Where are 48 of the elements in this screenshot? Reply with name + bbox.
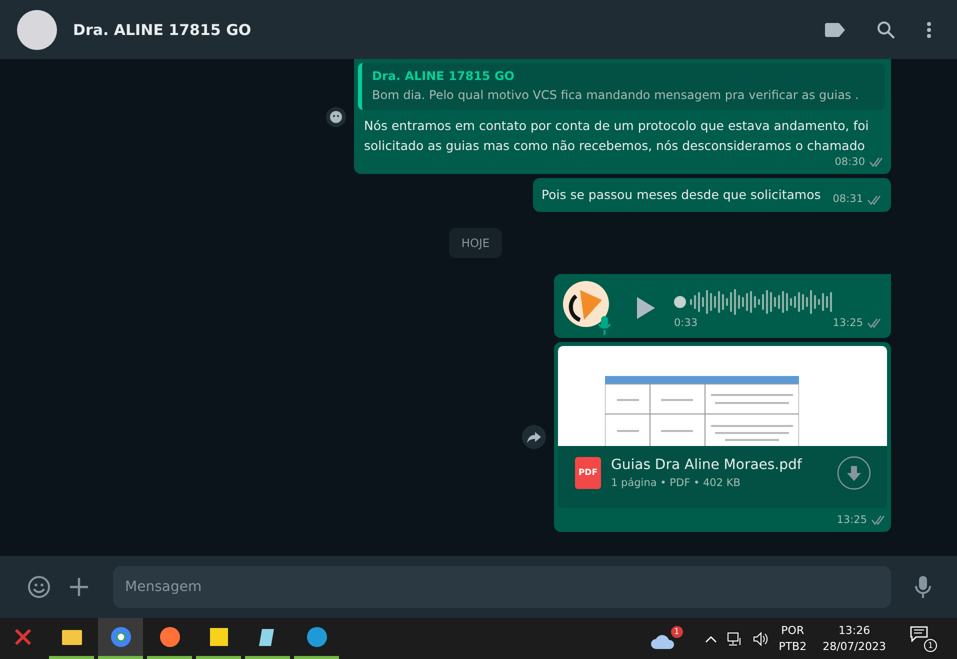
clock[interactable]: 13:26 28/07/2023 [822, 624, 886, 653]
keyboard-layout: PTB2 [778, 640, 807, 653]
notification-count: 1 [924, 638, 937, 652]
emoji-icon[interactable] [326, 106, 346, 126]
quote-text: Bom dia. Pelo qual motivo VCS fica mandando mensagem pra verificar as guias . [372, 88, 860, 102]
language-code: POR [781, 624, 804, 637]
quote-author: Dra. ALINE 17815 GO [372, 69, 516, 83]
label-icon[interactable] [825, 22, 845, 36]
search-icon[interactable] [877, 20, 895, 38]
microphone-icon[interactable] [915, 575, 931, 599]
message-time: 13:25 [836, 514, 867, 526]
double-check-icon [867, 318, 883, 328]
contact-name[interactable]: Dra. ALINE 17815 GO [73, 20, 825, 38]
file-details: 1 página • PDF • 402 KB [611, 477, 742, 489]
chevron-up-icon[interactable] [704, 634, 717, 642]
document-preview[interactable] [558, 346, 887, 446]
menu-icon[interactable] [927, 22, 931, 38]
clock-time: 13:26 [838, 624, 870, 637]
download-icon[interactable] [837, 456, 871, 490]
message-time: 13:25 [832, 317, 863, 329]
cloud-icon[interactable] [650, 632, 676, 648]
language-indicator[interactable]: POR PTB2 [778, 624, 807, 653]
speaker-icon[interactable] [752, 632, 769, 646]
date-chip: HOJE [449, 228, 502, 258]
plus-icon[interactable] [69, 577, 89, 597]
forward-icon[interactable] [522, 425, 546, 449]
message-text: Nós entramos em contato por conta de um protocolo que estava andamento, foi solicitado as guias mas como não recebemos, nós desconsideramos o chamado [363, 117, 870, 155]
network-icon[interactable] [726, 632, 743, 646]
document-info-bar[interactable]: PDF Guias Dra Aline Moraes.pdf 1 página • PDF • 402 KB [558, 446, 887, 508]
message-time: 08:30 [834, 156, 865, 168]
taskbar-app-icon[interactable] [98, 618, 143, 659]
notification-icon[interactable] [910, 626, 928, 642]
contact-avatar[interactable] [17, 10, 57, 50]
message-input-field[interactable]: Mensagem [113, 566, 891, 608]
emoji-icon[interactable] [27, 575, 51, 599]
file-type-label: PDF [578, 468, 598, 478]
double-check-icon [869, 157, 885, 167]
message-text: Pois se passou meses desde que solicitamos [542, 186, 821, 204]
cloud-badge: 1 [670, 626, 683, 638]
quoted-message[interactable]: Dra. ALINE 17815 GO Bom dia. Pelo qual motivo VCS fica mandando mensagem pra verificar as guias . [358, 63, 885, 110]
clock-date: 28/07/2023 [822, 640, 886, 653]
double-check-icon [871, 515, 887, 525]
message-time: 08:31 [832, 193, 863, 205]
file-name: Guias Dra Aline Moraes.pdf [611, 457, 803, 473]
double-check-icon [867, 195, 883, 205]
playback-thumb[interactable] [674, 296, 686, 308]
play-icon[interactable] [636, 296, 656, 320]
audio-duration: 0:33 [674, 317, 698, 329]
